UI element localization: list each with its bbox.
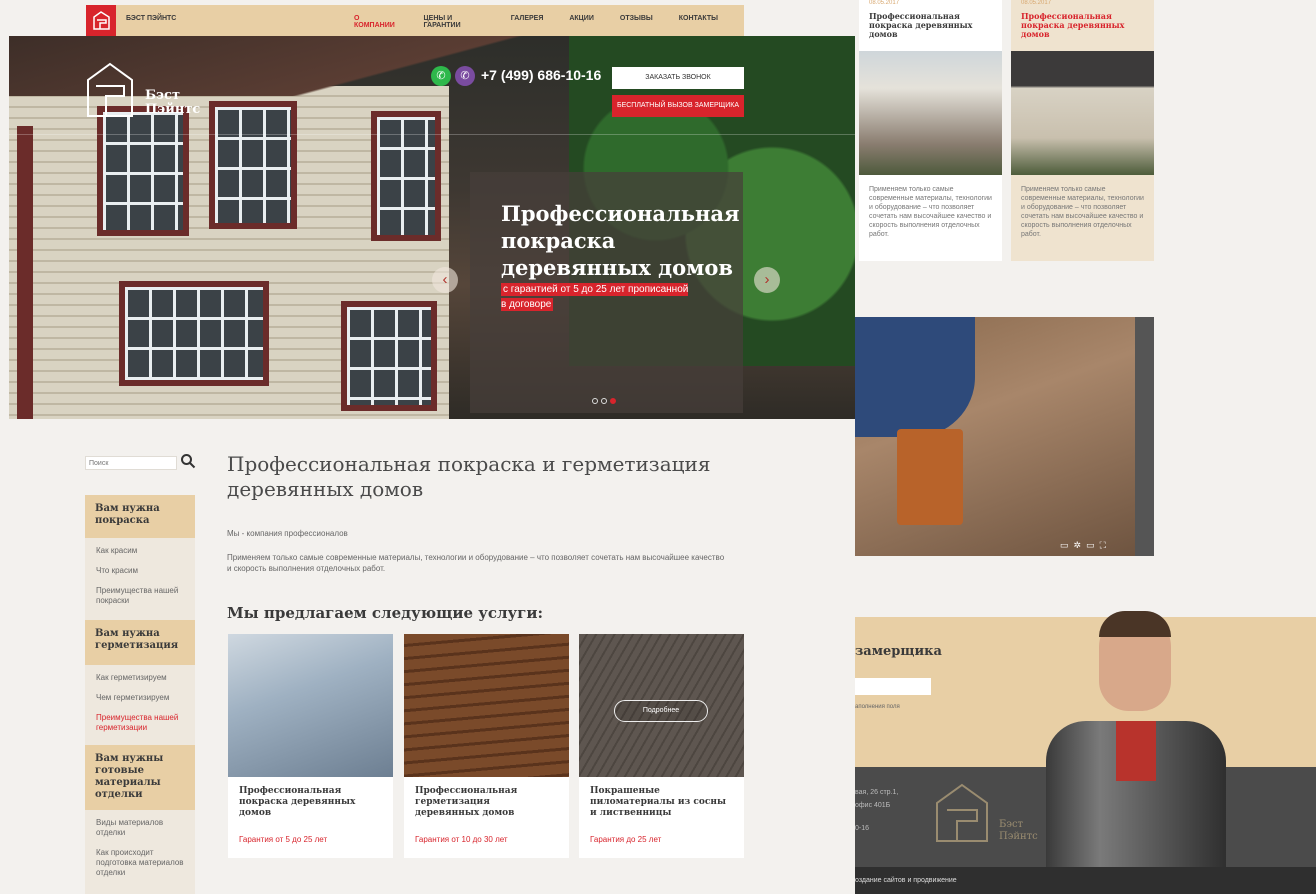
nav-item-gallery[interactable]: ГАЛЕРЕЯ — [511, 15, 544, 29]
news-date: 08.05.2017 — [869, 0, 900, 6]
slider-prev-icon[interactable]: ‹ — [432, 267, 458, 293]
service-image — [228, 634, 393, 777]
slider-dot[interactable] — [601, 398, 607, 404]
form-title: замерщика — [855, 644, 942, 659]
paint-can-image — [897, 429, 963, 525]
form-hint: аполнения поля — [855, 704, 900, 710]
service-card[interactable]: Профессиональная герметизация деревянных… — [404, 634, 569, 858]
fullscreen-icon[interactable]: ⛶ — [1100, 540, 1111, 550]
news-image — [859, 51, 1002, 175]
news-card[interactable]: 08.05.2017 Профессиональная покраска дер… — [1011, 0, 1154, 261]
sidebar-section-painting[interactable]: Вам нужна покраска — [85, 495, 195, 538]
phone-number[interactable]: +7 (499) 686-10-16 — [481, 67, 601, 83]
news-title[interactable]: Профессиональная покраска деревянных дом… — [869, 12, 994, 39]
footer-phone: 0-16 — [855, 825, 870, 832]
hero-subtitle-text: с гарантией от 5 до 25 лет прописанной в… — [501, 283, 689, 311]
brand-logo-icon[interactable] — [86, 62, 134, 118]
intro-text: Применяем только самые современные матер… — [227, 553, 725, 573]
video-controls: ▭✲▭⛶ — [1060, 540, 1111, 551]
footer-bar: оздание сайтов и продвижение — [855, 867, 1316, 894]
sidebar-item-what-paint[interactable]: Что красим — [96, 566, 184, 576]
slider-next-icon[interactable]: › — [754, 267, 780, 293]
service-title: Профессиональная покраска деревянных дом… — [239, 786, 356, 818]
footer-brand-line2: Пэйнтс — [999, 831, 1038, 842]
footer-brand-line1: Бэст — [999, 819, 1024, 830]
viber-icon[interactable]: ✆ — [455, 66, 475, 86]
search-icon[interactable] — [180, 453, 196, 469]
footer-credit[interactable]: оздание сайтов и продвижение — [855, 877, 957, 884]
intro-line: Мы - компания профессионалов — [227, 529, 348, 538]
captions-icon[interactable]: ▭ — [1060, 540, 1074, 550]
service-card[interactable]: Профессиональная покраска деревянных дом… — [228, 634, 393, 858]
services-heading: Мы предлагаем следующие услуги: — [227, 604, 543, 622]
hero-brand-line2: Пэйнтс — [145, 102, 201, 117]
service-card[interactable]: Покрашеные пиломатериалы из сосны и лист… — [579, 634, 744, 858]
whatsapp-icon[interactable]: ✆ — [431, 66, 451, 86]
theater-icon[interactable]: ▭ — [1086, 540, 1100, 550]
news-date: 08.05.2017 — [1021, 0, 1052, 6]
footer-logo-icon — [936, 783, 988, 842]
service-guarantee: Гарантия до 25 лет — [590, 835, 662, 844]
news-image — [1011, 51, 1154, 175]
sidebar-list-painting: Как красим Что красим Преимущества нашей… — [85, 538, 195, 620]
service-guarantee: Гарантия от 10 до 30 лет — [415, 835, 508, 844]
sidebar-list-materials: Виды материалов отделки Как происходит п… — [85, 810, 195, 894]
nav-item-reviews[interactable]: ОТЗЫВЫ — [620, 15, 653, 29]
sidebar-list-sealing: Как герметизируем Чем герметизируем Преи… — [85, 665, 195, 745]
more-button[interactable]: Подробнее — [614, 700, 708, 722]
sidebar-item-material-prep[interactable]: Как происходит подготовка материалов отд… — [96, 848, 184, 878]
sidebar-item-how-paint[interactable]: Как красим — [96, 546, 184, 556]
service-image — [404, 634, 569, 777]
nav-item-contacts[interactable]: КОНТАКТЫ — [679, 15, 718, 29]
nav-item-promos[interactable]: АКЦИИ — [569, 15, 594, 29]
logo-icon[interactable] — [86, 5, 116, 36]
sidebar-item-material-types[interactable]: Виды материалов отделки — [96, 818, 184, 838]
slider-dot[interactable] — [592, 398, 598, 404]
news-card[interactable]: 08.05.2017 Профессиональная покраска дер… — [859, 0, 1002, 261]
sidebar-section-materials[interactable]: Вам нужны готовые материалы отделки — [85, 745, 195, 810]
sidebar-section-sealing[interactable]: Вам нужна герметизация — [85, 620, 195, 665]
service-title: Покрашеные пиломатериалы из сосны и лист… — [590, 786, 726, 818]
hero-subtitle: с гарантией от 5 до 25 лет прописанной в… — [501, 282, 691, 312]
sidebar-item-paint-benefits[interactable]: Преимущества нашей покраски — [96, 586, 184, 606]
news-title[interactable]: Профессиональная покраска деревянных дом… — [1021, 12, 1146, 39]
free-measurer-button[interactable]: БЕСПЛАТНЫЙ ВЫЗОВ ЗАМЕРЩИКА — [612, 95, 744, 117]
sidebar-item-what-seal[interactable]: Чем герметизируем — [96, 693, 184, 703]
service-guarantee: Гарантия от 5 до 25 лет — [239, 835, 328, 844]
footer-address-line1: вая, 26 стр.1, — [855, 789, 899, 796]
hero-brand: Бэст Пэйнтс — [145, 89, 200, 117]
nav-brand: БЭСТ ПЭЙНТС — [126, 15, 177, 22]
video-player[interactable]: ▭✲▭⛶ — [855, 317, 1154, 556]
sidebar-item-how-seal[interactable]: Как герметизируем — [96, 673, 184, 683]
slider-dots — [592, 398, 616, 404]
order-call-button[interactable]: ЗАКАЗАТЬ ЗВОНОК — [612, 67, 744, 89]
worker-photo — [1036, 611, 1236, 867]
news-text: Применяем только самые современные матер… — [1021, 186, 1144, 238]
hero-brand-line1: Бэст — [145, 88, 180, 103]
hero-title: Профессиональная покраска деревянных дом… — [501, 201, 740, 280]
settings-icon[interactable]: ✲ — [1074, 540, 1087, 550]
nav-item-about[interactable]: О КОМПАНИИ — [354, 15, 398, 29]
nav-item-prices[interactable]: ЦЕНЫ И ГАРАНТИИ — [424, 15, 485, 29]
form-input[interactable] — [855, 678, 931, 695]
service-title: Профессиональная герметизация деревянных… — [415, 786, 518, 818]
nav-menu: О КОМПАНИИ ЦЕНЫ И ГАРАНТИИ ГАЛЕРЕЯ АКЦИИ… — [354, 15, 744, 29]
page-title: Профессиональная покраска и герметизация… — [227, 452, 711, 501]
sidebar-item-seal-benefits[interactable]: Преимущества нашей герметизации — [96, 713, 184, 733]
news-text: Применяем только самые современные матер… — [869, 186, 992, 238]
slider-dot-active[interactable] — [610, 398, 616, 404]
search-input[interactable] — [85, 456, 177, 470]
footer-address-line2: офис 401Б — [855, 802, 891, 809]
footer-brand: Бэст Пэйнтс — [999, 819, 1038, 843]
top-nav: БЭСТ ПЭЙНТС О КОМПАНИИ ЦЕНЫ И ГАРАНТИИ Г… — [86, 5, 744, 36]
